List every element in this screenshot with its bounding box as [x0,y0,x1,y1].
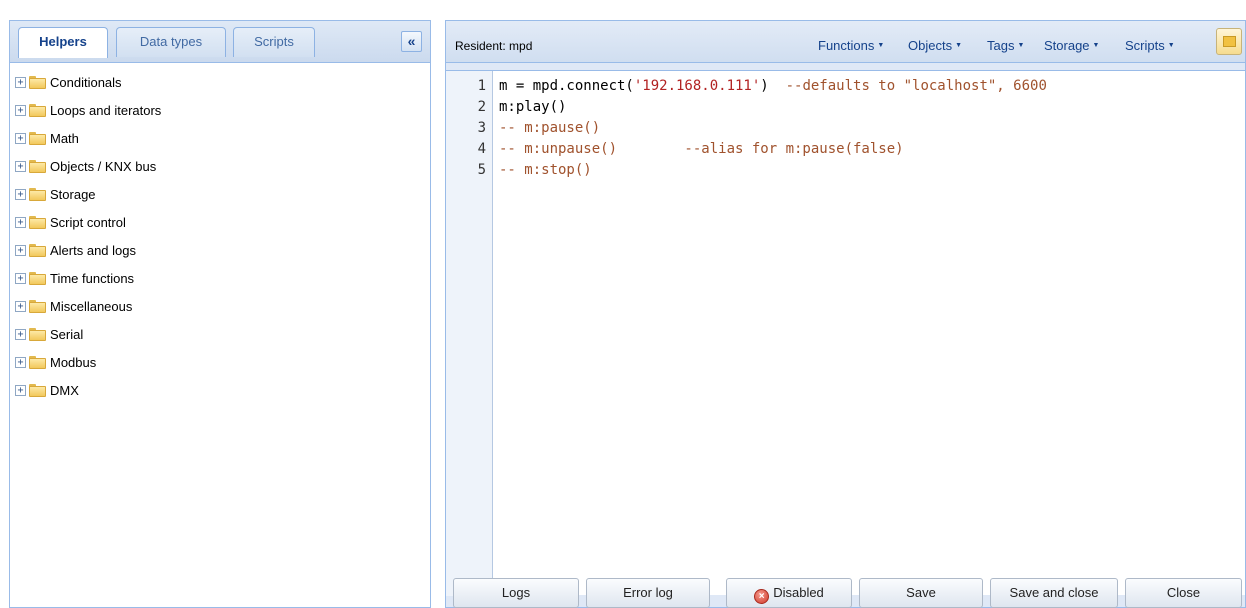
code-editor[interactable]: 1 2 3 4 5 m = mpd.connect('192.168.0.111… [446,70,1245,596]
folder-icon [29,299,46,313]
tab-scripts[interactable]: Scripts [233,27,315,57]
code-comment: --defaults to "localhost", 6600 [785,78,1047,94]
code-string: '192.168.0.111' [633,78,761,94]
menu-label: Tags [987,38,1015,53]
expand-icon[interactable]: + [15,160,26,172]
tree-item-label: Math [50,130,79,146]
line-number: 3 [477,120,486,136]
dropdown-arrow-icon: ▼ [877,42,885,49]
tree-item-objects-knx-bus[interactable]: + Objects / KNX bus [10,156,390,176]
disabled-label: Disabled [773,585,824,600]
tree-item-label: Loops and iterators [50,102,162,118]
tree-item-loops-and-iterators[interactable]: + Loops and iterators [10,100,390,120]
disabled-button[interactable]: × Disabled [726,578,852,608]
line-number-gutter: 1 2 3 4 5 [446,71,493,596]
folder-icon [29,243,46,257]
tree-item-serial[interactable]: + Serial [10,324,390,344]
toolbar-icon-button[interactable] [1216,28,1242,55]
tree-item-storage[interactable]: + Storage [10,184,390,204]
menu-storage[interactable]: Storage ▼ [1044,38,1099,53]
close-button[interactable]: Close [1125,578,1242,608]
menu-scripts[interactable]: Scripts ▼ [1125,38,1175,53]
logs-button[interactable]: Logs [453,578,579,608]
tree-item-label: Alerts and logs [50,242,136,258]
code-line-4: -- m:unpause() --alias for m:pause(false… [499,141,904,157]
error-log-button[interactable]: Error log [586,578,710,608]
helpers-tabbar: Helpers Data types Scripts « [10,21,430,63]
helpers-panel: Helpers Data types Scripts « + Condition… [9,20,431,608]
save-button[interactable]: Save [859,578,983,608]
script-editor-panel: Resident: mpd Functions ▼ Objects ▼ Tags ▼ … [445,20,1246,608]
menu-tags[interactable]: Tags ▼ [987,38,1024,53]
tree-item-label: Script control [50,214,126,230]
collapse-panel-button[interactable]: « [401,31,422,52]
expand-icon[interactable]: + [15,356,26,368]
dropdown-arrow-icon: ▼ [955,42,963,49]
folder-icon [29,159,46,173]
tree-item-time-functions[interactable]: + Time functions [10,268,390,288]
dropdown-arrow-icon: ▼ [1092,42,1100,49]
code-line-5: -- m:stop() [499,162,592,178]
expand-icon[interactable]: + [15,76,26,88]
expand-icon[interactable]: + [15,104,26,116]
expand-icon[interactable]: + [15,328,26,340]
expand-icon[interactable]: + [15,244,26,256]
tree-item-conditionals[interactable]: + Conditionals [10,72,390,92]
menu-label: Storage [1044,38,1090,53]
tree-item-alerts-and-logs[interactable]: + Alerts and logs [10,240,390,260]
tree-item-label: Modbus [50,354,97,370]
dropdown-arrow-icon: ▼ [1167,42,1175,49]
code-line-2: m:play() [499,99,567,115]
code-line-3: -- m:pause() [499,120,601,136]
tab-data-types[interactable]: Data types [116,27,226,57]
expand-icon[interactable]: + [15,216,26,228]
tab-helpers[interactable]: Helpers [18,27,108,58]
tree-item-label: Objects / KNX bus [50,158,157,174]
menu-label: Objects [908,38,953,53]
tree-item-label: Conditionals [50,74,122,90]
code-text: m = mpd.connect( [499,78,634,94]
line-number: 5 [477,162,486,178]
double-chevron-left-icon: « [407,33,416,49]
folder-icon [29,103,46,117]
tree-item-math[interactable]: + Math [10,128,390,148]
line-number: 2 [477,99,486,115]
folder-icon [29,383,46,397]
code-text: ) [760,78,786,94]
folder-icon [29,215,46,229]
line-number: 4 [477,141,486,157]
menu-label: Functions [818,38,875,53]
disabled-icon: × [754,589,770,604]
folder-icon [29,131,46,145]
tree-item-label: Serial [50,326,84,342]
panel-icon [1223,36,1236,47]
folder-icon [29,187,46,201]
code-line-1: m = mpd.connect('192.168.0.111') --defau… [499,78,1047,94]
tree-item-label: Time functions [50,270,135,286]
tree-item-miscellaneous[interactable]: + Miscellaneous [10,296,390,316]
folder-icon [29,271,46,285]
folder-icon [29,355,46,369]
editor-header: Resident: mpd Functions ▼ Objects ▼ Tags ▼ … [446,21,1245,63]
tree-item-script-control[interactable]: + Script control [10,212,390,232]
expand-icon[interactable]: + [15,132,26,144]
expand-icon[interactable]: + [15,384,26,396]
tree-item-label: Storage [50,186,96,202]
dropdown-arrow-icon: ▼ [1017,42,1025,49]
expand-icon[interactable]: + [15,188,26,200]
tree-item-dmx[interactable]: + DMX [10,380,390,400]
tree-item-label: DMX [50,382,79,398]
line-number: 1 [477,78,486,94]
save-and-close-button[interactable]: Save and close [990,578,1118,608]
folder-icon [29,327,46,341]
editor-title: Resident: mpd [455,39,533,53]
expand-icon[interactable]: + [15,272,26,284]
menu-functions[interactable]: Functions ▼ [818,38,884,53]
tree-item-modbus[interactable]: + Modbus [10,352,390,372]
folder-icon [29,75,46,89]
menu-objects[interactable]: Objects ▼ [908,38,962,53]
menu-label: Scripts [1125,38,1165,53]
expand-icon[interactable]: + [15,300,26,312]
tree-item-label: Miscellaneous [50,298,133,314]
